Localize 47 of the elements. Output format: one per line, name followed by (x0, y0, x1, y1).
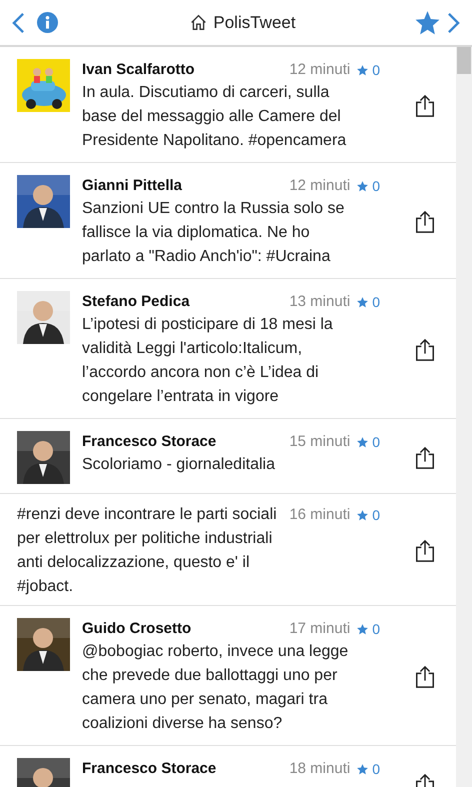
tweet-time: 16 minuti (289, 505, 350, 525)
author-name[interactable]: Gianni Pittella (82, 174, 182, 198)
tweet-text: In aula. Discutiamo di carceri, sulla base del messaggio alle Camere del Presidente Napolitano. #opencamera (82, 83, 348, 151)
star-icon[interactable] (414, 10, 441, 36)
author-name[interactable]: Ivan Scalfarotto (82, 58, 195, 82)
favorite-count[interactable]: 0 (356, 432, 380, 453)
scrollbar-thumb[interactable] (457, 47, 471, 74)
share-icon[interactable] (414, 446, 436, 470)
share-icon[interactable] (414, 338, 436, 362)
tweet-text: Scoloriamo - giornaleditalia (82, 455, 276, 475)
tweet-time: 17 minuti (289, 619, 350, 640)
favorite-count[interactable]: 0 (356, 619, 380, 640)
share-icon[interactable] (414, 94, 436, 118)
tweet-text: #renzi deve incontrare le parti sociali per elettrolux per politiche industriali anti delocalizzazione, questo e' il #jobact. (17, 505, 278, 597)
favorite-count[interactable]: 0 (356, 759, 380, 780)
star-icon (356, 180, 370, 193)
scrollbar[interactable] (456, 47, 472, 787)
share-icon[interactable] (414, 539, 436, 563)
author-name[interactable]: Stefano Pedica (82, 290, 190, 314)
favorite-count[interactable]: 0 (356, 292, 380, 313)
star-icon (356, 436, 370, 449)
favorite-count[interactable]: 0 (356, 60, 380, 81)
star-icon (356, 763, 370, 776)
author-name[interactable]: Francesco Storace (82, 758, 216, 780)
star-icon (356, 296, 370, 309)
forward-icon[interactable] (447, 12, 460, 34)
tweet-time: 12 minuti (289, 176, 350, 196)
app-title: PolisTweet (213, 12, 296, 34)
star-icon (356, 508, 370, 522)
favorite-count[interactable]: 0 (356, 176, 380, 197)
tweet-time: 13 minuti (289, 292, 350, 312)
home-icon[interactable] (190, 14, 208, 31)
tweet-text: @bobogiac roberto, invece una legge che prevede due ballottaggi uno per camera uno per senato, magari tra coalizioni diverse ha senso? (82, 642, 350, 734)
star-icon (356, 623, 370, 636)
tweet-text: Sanzioni UE contro la Russia solo se fallisce la via diplomatica. Ne ho parlato a "Radio Anch'io": #Ucraina (82, 199, 346, 267)
share-icon[interactable] (414, 210, 436, 234)
author-name[interactable]: Francesco Storace (82, 430, 216, 454)
info-icon[interactable] (37, 12, 58, 33)
back-icon[interactable] (12, 12, 25, 34)
tweet-time: 18 minuti (289, 759, 350, 780)
favorite-count[interactable]: 0 (356, 504, 380, 526)
tweet-text: L’ipotesi di posticipare di 18 mesi la validità Leggi l'articolo:Italicum, l’accordo ancora non c’è L’idea di congelare l’entrata in vigore (82, 315, 334, 407)
tweet-time: 15 minuti (289, 432, 350, 452)
tweet-time: 12 minuti (289, 60, 350, 80)
star-icon (356, 64, 370, 77)
share-icon[interactable] (414, 665, 436, 689)
author-name[interactable]: Guido Crosetto (82, 618, 192, 640)
